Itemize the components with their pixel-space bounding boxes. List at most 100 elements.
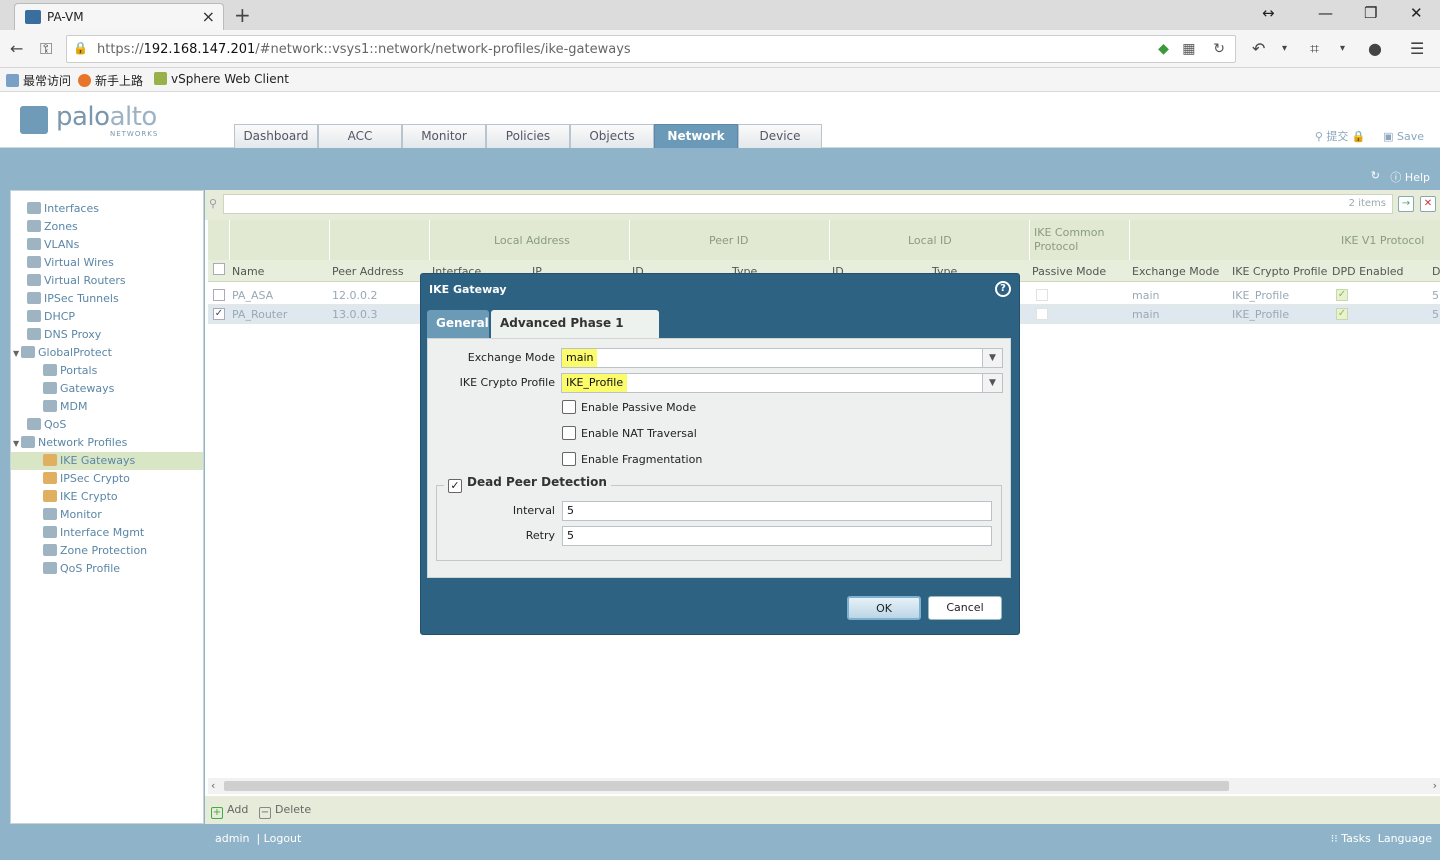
sidebar-item-dhcp[interactable]: DHCP — [27, 308, 75, 326]
interval-input[interactable]: 5 — [562, 501, 992, 521]
maximize-icon[interactable]: ❐ — [1364, 4, 1377, 22]
language-link[interactable]: Language — [1378, 832, 1432, 845]
sidebar-item-virtual-wires[interactable]: Virtual Wires — [27, 254, 114, 272]
expand-icon[interactable]: ▼ — [13, 435, 21, 453]
add-button[interactable]: + Add — [211, 803, 248, 819]
sidebar-item-qos-profile[interactable]: QoS Profile — [43, 560, 120, 578]
scroll-left-icon[interactable]: ‹ — [211, 779, 215, 792]
shield-icon[interactable]: ◆ — [1158, 41, 1169, 57]
reload-icon[interactable]: ↻ — [1213, 41, 1225, 57]
commit-icon[interactable]: ⚲ — [1315, 130, 1323, 143]
lock-config-icon[interactable]: 🔒 — [1352, 130, 1366, 143]
filter-input[interactable]: 2 items — [223, 194, 1393, 214]
tab-network[interactable]: Network — [654, 124, 738, 148]
crop-menu-icon[interactable]: ▾ — [1340, 43, 1345, 54]
logout-link[interactable]: | Logout — [256, 832, 301, 845]
horizontal-scrollbar[interactable]: ‹ › — [208, 778, 1440, 794]
cancel-button[interactable]: Cancel — [928, 596, 1002, 620]
sidebar-item-ipsec-tunnels[interactable]: IPSec Tunnels — [27, 290, 119, 308]
sidebar-item-qos[interactable]: QoS — [27, 416, 66, 434]
sidebar-item-monitor[interactable]: Monitor — [43, 506, 102, 524]
col-dpd-enabled[interactable]: DPD Enabled — [1332, 265, 1404, 278]
sidebar-item-ipsec-crypto[interactable]: IPSec Crypto — [43, 470, 130, 488]
commit-button[interactable]: 提交 — [1326, 130, 1348, 143]
fragmentation-checkbox[interactable]: Enable Fragmentation — [562, 452, 702, 466]
apply-filter-icon[interactable]: → — [1398, 196, 1414, 212]
tab-advanced-phase1[interactable]: Advanced Phase 1 Options — [491, 310, 659, 357]
sidebar-item-vlans[interactable]: VLANs — [27, 236, 79, 254]
expand-icon[interactable]: ▼ — [13, 345, 21, 363]
checkbox-icon[interactable] — [562, 426, 576, 440]
tab-device[interactable]: Device — [738, 124, 822, 148]
bookmark-getting-started[interactable]: 新手上路 — [78, 72, 143, 89]
tab-dashboard[interactable]: Dashboard — [234, 124, 318, 148]
help-button[interactable]: ⓘ Help — [1390, 169, 1430, 185]
tasks-link[interactable]: Tasks — [1341, 832, 1370, 845]
nat-traversal-checkbox[interactable]: Enable NAT Traversal — [562, 426, 697, 440]
col-name[interactable]: Name — [232, 265, 264, 278]
tab-general[interactable]: General — [427, 310, 489, 338]
chevron-down-icon[interactable]: ▼ — [982, 374, 1002, 392]
ok-button[interactable]: OK — [847, 596, 921, 620]
crop-icon[interactable]: ⌗ — [1310, 39, 1319, 59]
chevron-down-icon[interactable]: ▼ — [982, 349, 1002, 367]
sidebar-item-interface-mgmt[interactable]: Interface Mgmt — [43, 524, 144, 542]
scrollbar-thumb[interactable] — [224, 781, 1229, 791]
bookmark-most-visited[interactable]: 最常访问 — [6, 72, 71, 89]
sidebar-item-portals[interactable]: Portals — [43, 362, 97, 380]
minimize-icon[interactable]: — — [1318, 4, 1333, 22]
tab-monitor[interactable]: Monitor — [402, 124, 486, 148]
col-passive-mode[interactable]: Passive Mode — [1032, 265, 1106, 278]
sidebar-item-virtual-routers[interactable]: Virtual Routers — [27, 272, 126, 290]
row-checkbox[interactable]: ✓ — [213, 308, 225, 320]
undo-menu-icon[interactable]: ▾ — [1282, 43, 1287, 54]
sidebar-item-zone-protection[interactable]: Zone Protection — [43, 542, 147, 560]
qr-icon[interactable]: ▦ — [1182, 41, 1195, 57]
help-icon[interactable]: ? — [995, 281, 1011, 297]
checkbox-icon[interactable] — [562, 452, 576, 466]
sidebar-item-mdm[interactable]: MDM — [43, 398, 87, 416]
bookmark-vsphere[interactable]: vSphere Web Client — [154, 72, 289, 86]
back-icon[interactable]: ← — [10, 39, 23, 58]
select-all-checkbox[interactable] — [213, 263, 225, 275]
sidebar-item-ike-crypto[interactable]: IKE Crypto — [43, 488, 118, 506]
sidebar-item-dns-proxy[interactable]: DNS Proxy — [27, 326, 101, 344]
row-checkbox[interactable] — [213, 289, 225, 301]
col-peer-address[interactable]: Peer Address — [332, 265, 404, 278]
refresh-icon[interactable]: ↻ — [1371, 169, 1380, 182]
menu-icon[interactable]: ☰ — [1410, 39, 1424, 58]
save-button[interactable]: Save — [1397, 130, 1424, 143]
chat-icon[interactable]: ● — [1368, 39, 1382, 58]
scroll-right-icon[interactable]: › — [1433, 779, 1437, 792]
resize-icon[interactable]: ↔ — [1262, 4, 1275, 22]
passive-mode-checkbox[interactable]: Enable Passive Mode — [562, 400, 696, 414]
browser-tab[interactable]: PA-VM × — [14, 3, 224, 30]
save-icon[interactable]: ▣ — [1383, 130, 1393, 143]
undo-icon[interactable]: ↶ — [1252, 39, 1265, 58]
sidebar-item-ike-gateways[interactable]: IKE Gateways — [11, 452, 203, 470]
col-d[interactable]: D — [1432, 265, 1440, 278]
sidebar-item-globalprotect[interactable]: ▼ GlobalProtect — [13, 344, 112, 362]
retry-input[interactable]: 5 — [562, 526, 992, 546]
new-tab-icon[interactable]: + — [234, 3, 251, 27]
url-bar[interactable]: 🔒 https://192.168.147.201/#network::vsys… — [66, 35, 1236, 63]
tab-policies[interactable]: Policies — [486, 124, 570, 148]
clear-filter-icon[interactable]: ✕ — [1420, 196, 1436, 212]
sidebar-item-network-profiles[interactable]: ▼ Network Profiles — [13, 434, 127, 452]
sidebar-item-gateways[interactable]: Gateways — [43, 380, 114, 398]
delete-button[interactable]: − Delete — [259, 803, 311, 819]
exchange-mode-select[interactable]: main ▼ — [561, 348, 1003, 368]
ike-crypto-profile-select[interactable]: IKE_Profile ▼ — [561, 373, 1003, 393]
col-exchange-mode[interactable]: Exchange Mode — [1132, 265, 1219, 278]
window-close-icon[interactable]: ✕ — [1410, 4, 1423, 22]
tab-objects[interactable]: Objects — [570, 124, 654, 148]
key-icon[interactable]: ⚿ — [40, 39, 52, 59]
sidebar-item-zones[interactable]: Zones — [27, 218, 78, 236]
cell-name[interactable]: PA_ASA — [232, 289, 273, 302]
col-ike-crypto-profile[interactable]: IKE Crypto Profile — [1232, 265, 1327, 278]
cell-name[interactable]: PA_Router — [232, 308, 287, 321]
close-tab-icon[interactable]: × — [202, 7, 215, 26]
checkbox-checked-icon[interactable]: ✓ — [448, 479, 462, 493]
dpd-checkbox[interactable]: ✓ Dead Peer Detection — [444, 475, 611, 493]
tab-acc[interactable]: ACC — [318, 124, 402, 148]
